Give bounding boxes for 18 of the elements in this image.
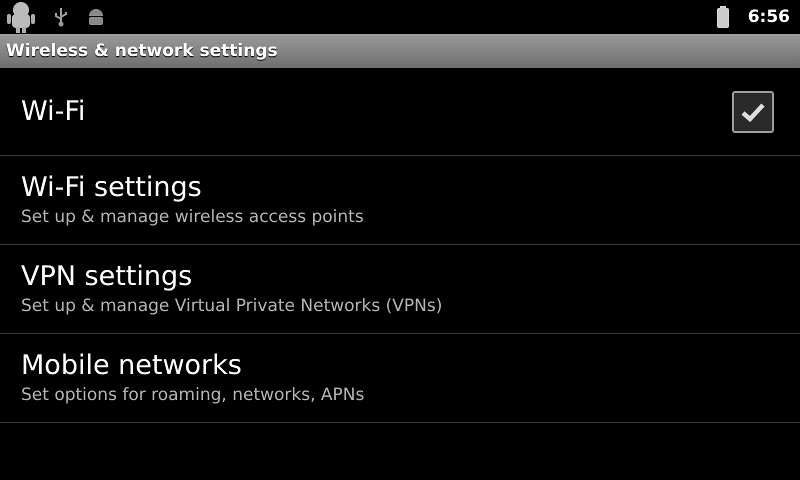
settings-item[interactable]: Wi-Fi — [0, 68, 800, 156]
checkmark-icon — [740, 100, 766, 122]
settings-item[interactable]: Mobile networks Set options for roaming, networks, APNs — [0, 334, 800, 423]
setting-summary: Set options for roaming, networks, APNs — [21, 384, 366, 407]
clock-time: 6:56 — [748, 7, 790, 27]
screen-title: Wireless & network settings — [6, 41, 278, 61]
usb-icon — [54, 7, 68, 27]
battery-icon — [716, 6, 730, 28]
setting-title: Wi-Fi — [21, 94, 86, 128]
setting-title: Mobile networks — [21, 349, 243, 383]
checkbox[interactable] — [732, 90, 774, 132]
settings-item[interactable]: Wi-Fi settings Set up & manage wireless access points — [0, 156, 800, 245]
settings-item[interactable]: VPN settings Set up & manage Virtual Private Networks (VPNs) — [0, 245, 800, 334]
setting-title: Wi-Fi settings — [21, 171, 203, 205]
setting-summary: Set up & manage wireless access points — [21, 206, 365, 229]
setting-summary: Set up & manage Virtual Private Networks (VPNs) — [21, 295, 444, 318]
android-figure-icon — [6, 1, 36, 33]
setting-title: VPN settings — [21, 260, 194, 294]
